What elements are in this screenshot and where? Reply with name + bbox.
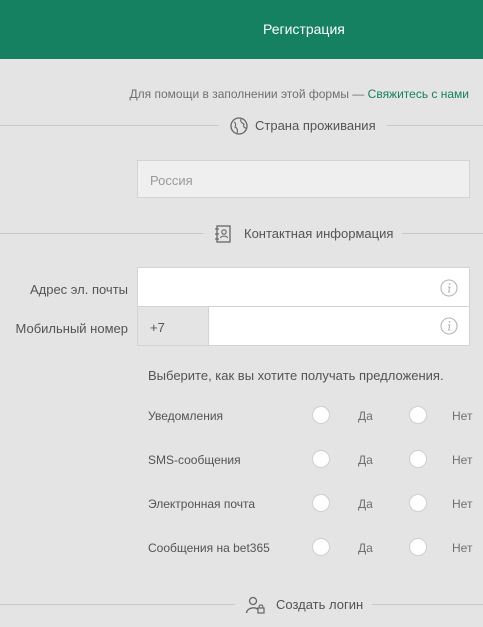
info-icon[interactable] <box>440 279 458 297</box>
email-field[interactable] <box>137 267 470 307</box>
divider <box>0 233 203 234</box>
country-field[interactable]: Россия <box>137 160 470 198</box>
phone-prefix-value: +7 <box>150 320 165 335</box>
section-login-header: Создать логин <box>0 594 483 616</box>
radio-yes[interactable] <box>312 450 330 468</box>
yes-label: Да <box>358 453 373 467</box>
yes-label: Да <box>358 497 373 511</box>
help-text: Для помощи в заполнении этой формы — Свя… <box>130 87 469 101</box>
no-label: Нет <box>452 541 473 555</box>
email-label: Адрес эл. почты <box>29 282 128 297</box>
radio-no[interactable] <box>409 494 427 512</box>
yes-label: Да <box>358 409 373 423</box>
radio-yes[interactable] <box>312 494 330 512</box>
country-placeholder: Россия <box>150 173 193 188</box>
divider <box>387 125 483 126</box>
yes-label: Да <box>358 541 373 555</box>
help-label: Для помощи в заполнении этой формы — <box>129 87 365 101</box>
pref-label: Электронная почта <box>148 497 256 511</box>
no-label: Нет <box>452 497 473 511</box>
phone-prefix: +7 <box>137 306 208 346</box>
divider <box>0 125 219 126</box>
mobile-label: Мобильный номер <box>15 321 128 336</box>
section-contact-header: Контактная информация <box>0 223 483 245</box>
section-country-title: Страна проживания <box>255 118 376 133</box>
divider <box>372 604 483 605</box>
section-contact-title: Контактная информация <box>244 226 394 241</box>
section-login-title: Создать логин <box>276 597 364 612</box>
pref-row-sms: SMS-сообщения Да Нет <box>0 448 483 472</box>
divider <box>402 233 483 234</box>
header-bar: Регистрация <box>0 0 483 59</box>
globe-icon <box>230 117 248 135</box>
radio-yes[interactable] <box>312 538 330 556</box>
pref-label: Уведомления <box>148 409 224 423</box>
contact-book-icon <box>215 225 231 243</box>
mobile-field[interactable] <box>208 306 470 346</box>
pref-label: Сообщения на bet365 <box>148 541 270 555</box>
contact-us-link[interactable]: Свяжитесь с нами <box>368 87 469 101</box>
radio-no[interactable] <box>409 450 427 468</box>
section-country-header: Страна проживания <box>0 115 483 137</box>
preferences-title: Выберите, как вы хотите получать предлож… <box>148 368 444 383</box>
pref-row-notifications: Уведомления Да Нет <box>0 404 483 428</box>
info-icon[interactable] <box>440 317 458 335</box>
pref-label: SMS-сообщения <box>148 453 241 467</box>
radio-no[interactable] <box>409 538 427 556</box>
pref-row-bet365: Сообщения на bet365 Да Нет <box>0 536 483 560</box>
divider <box>0 604 235 605</box>
radio-no[interactable] <box>409 406 427 424</box>
pref-row-email: Электронная почта Да Нет <box>0 492 483 516</box>
no-label: Нет <box>452 409 473 423</box>
radio-yes[interactable] <box>312 406 330 424</box>
user-lock-icon <box>245 596 265 614</box>
page-title: Регистрация <box>263 21 345 37</box>
no-label: Нет <box>452 453 473 467</box>
